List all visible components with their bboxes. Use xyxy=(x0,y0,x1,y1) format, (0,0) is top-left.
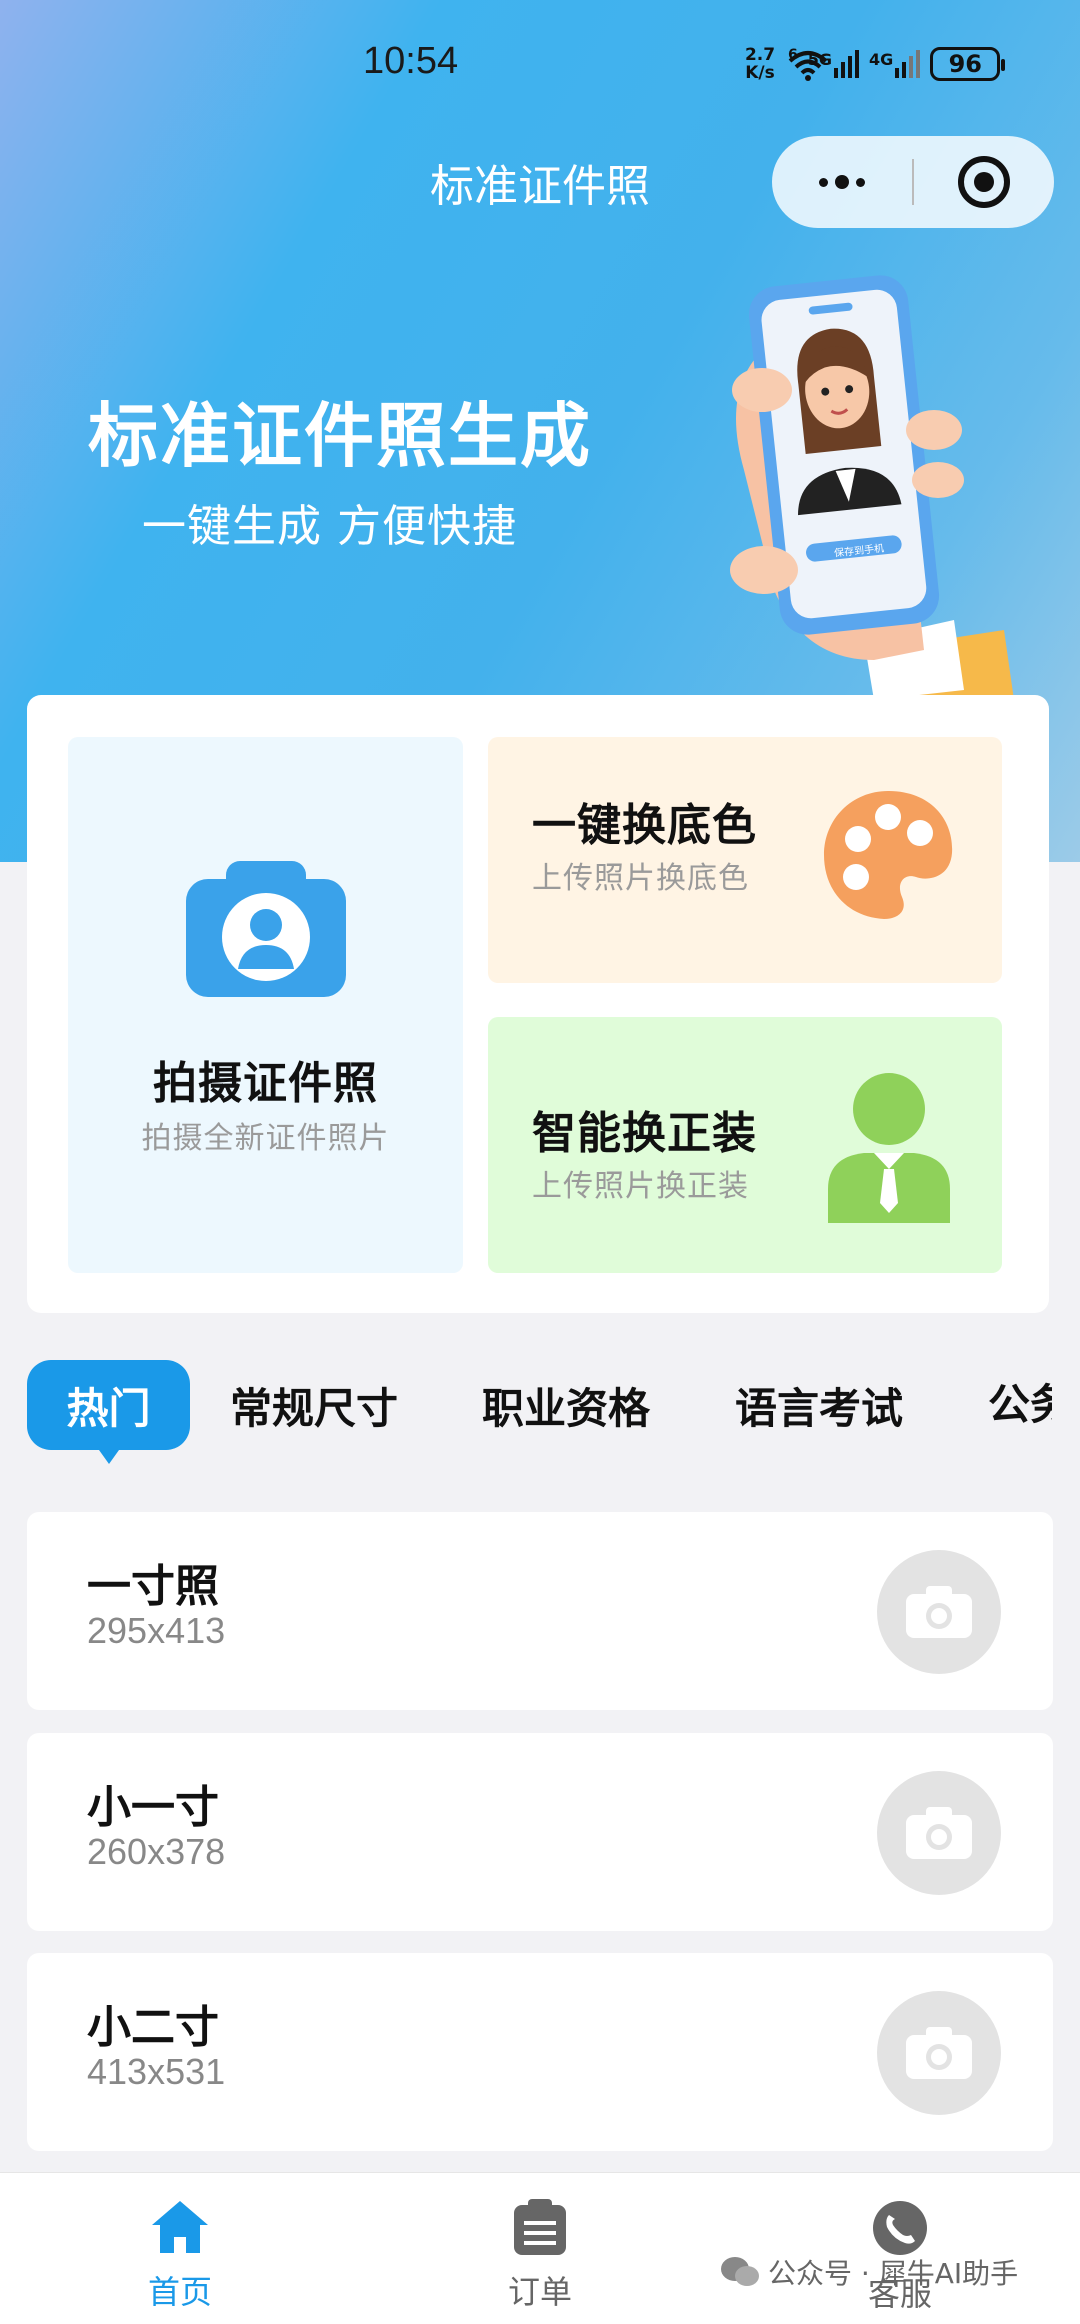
signal-4g-icon: 4G xyxy=(869,50,921,78)
tabbar-label: 订单 xyxy=(507,2273,572,2311)
size-item-small-one-inch[interactable]: 小一寸 260x378 xyxy=(27,1733,1053,1931)
palette-icon xyxy=(820,787,956,923)
shoot-id-photo-tile[interactable]: 拍摄证件照 拍摄全新证件照片 xyxy=(68,737,463,1273)
tabbar-orders[interactable]: 订单 xyxy=(440,2173,640,2324)
wifi-icon: 6 xyxy=(788,47,828,81)
size-name: 小二寸 xyxy=(87,2002,219,2053)
background-title: 一键换底色 xyxy=(532,800,757,851)
wifi-badge: 6 xyxy=(788,47,798,63)
net-speed-unit: K/s xyxy=(745,63,775,83)
tab-regular-sizes[interactable]: 常规尺寸 xyxy=(230,1360,398,1450)
signal-5g-icon: 5G xyxy=(807,50,860,78)
hero-subtitle: 一键生成 方便快捷 xyxy=(142,501,517,552)
person-suit-icon xyxy=(824,1073,954,1223)
net-speed: 2.7 K/s xyxy=(742,46,778,82)
size-dimensions: 413x531 xyxy=(87,2051,226,2092)
change-suit-tile[interactable]: 智能换正装 上传照片换正装 xyxy=(488,1017,1002,1273)
category-tabs: 热门 常规尺寸 职业资格 语言考试 公务 xyxy=(0,1360,1080,1464)
camera-button[interactable] xyxy=(877,1771,1001,1895)
size-item-one-inch[interactable]: 一寸照 295x413 xyxy=(27,1512,1053,1710)
tab-hot[interactable]: 热门 xyxy=(27,1360,190,1464)
suit-title: 智能换正装 xyxy=(532,1108,757,1159)
shoot-title: 拍摄证件照 xyxy=(153,1058,378,1109)
tab-professional-qualification[interactable]: 职业资格 xyxy=(482,1360,650,1450)
tabbar-home[interactable]: 首页 xyxy=(80,2173,280,2324)
size-name: 一寸照 xyxy=(87,1561,219,1612)
battery-icon: 96 xyxy=(930,47,1006,81)
change-background-tile[interactable]: 一键换底色 上传照片换底色 xyxy=(488,737,1002,983)
phone-illustration: 保存到手机 xyxy=(724,270,1024,700)
battery-level: 96 xyxy=(948,50,982,78)
shoot-desc: 拍摄全新证件照片 xyxy=(141,1121,390,1156)
tab-language-exam[interactable]: 语言考试 xyxy=(735,1360,903,1450)
tab-civil-service[interactable]: 公务 xyxy=(988,1360,1052,1450)
close-miniapp-button[interactable] xyxy=(914,136,1054,228)
camera-icon xyxy=(906,1586,972,1638)
miniapp-capsule xyxy=(772,136,1054,228)
sim1-label: 5G xyxy=(807,50,833,69)
watermark: 公众号 · 犀牛AI助手 xyxy=(720,2252,1018,2292)
phone-chat-icon xyxy=(873,2201,927,2255)
more-button[interactable] xyxy=(772,136,912,228)
clipboard-icon xyxy=(514,2199,566,2255)
net-speed-value: 2.7 xyxy=(744,45,776,65)
home-icon xyxy=(152,2201,208,2253)
background-desc: 上传照片换底色 xyxy=(532,861,749,896)
size-dimensions: 260x378 xyxy=(87,1831,226,1872)
camera-icon xyxy=(906,1807,972,1859)
camera-button[interactable] xyxy=(877,1991,1001,2115)
camera-icon xyxy=(906,2027,972,2079)
target-icon xyxy=(958,156,1010,208)
camera-button[interactable] xyxy=(877,1550,1001,1674)
status-time: 10:54 xyxy=(363,40,459,82)
sim2-label: 4G xyxy=(869,50,894,69)
hero-title: 标准证件照生成 xyxy=(88,395,592,477)
suit-desc: 上传照片换正装 xyxy=(532,1169,749,1204)
size-item-small-two-inch[interactable]: 小二寸 413x531 xyxy=(27,1953,1053,2151)
bottom-tab-bar: 首页 订单 客服 xyxy=(0,2172,1080,2324)
tabbar-customer-service[interactable]: 客服 xyxy=(800,2173,1000,2324)
size-dimensions: 295x413 xyxy=(87,1610,226,1651)
watermark-text: 公众号 · 犀牛AI助手 xyxy=(768,2257,1019,2290)
status-indicators: 2.7 K/s 6 5G 4G 96 xyxy=(742,42,1006,86)
tabbar-label: 首页 xyxy=(147,2273,212,2311)
size-name: 小一寸 xyxy=(87,1782,219,1833)
wechat-icon xyxy=(721,2257,759,2286)
camera-portrait-icon xyxy=(186,857,346,997)
